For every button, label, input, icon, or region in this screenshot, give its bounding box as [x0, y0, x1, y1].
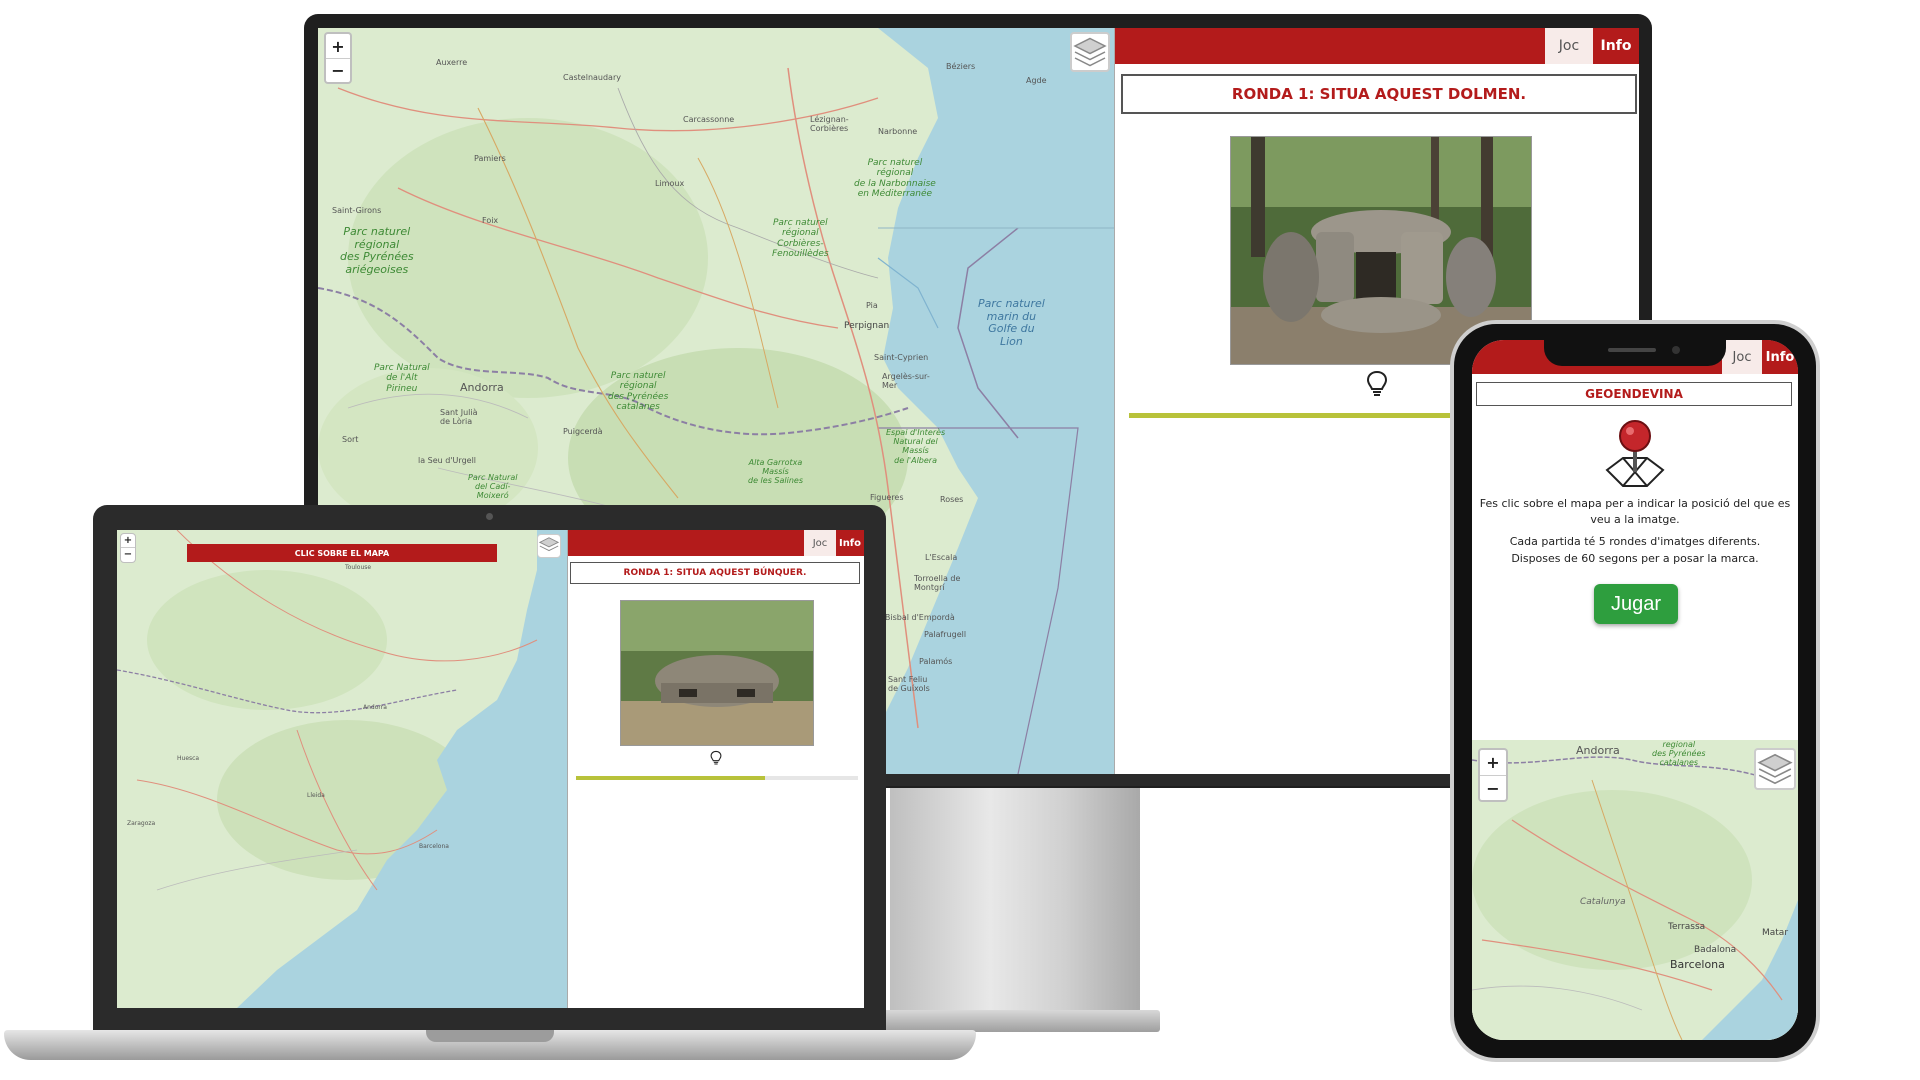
map-label-saint-girons: Saint-Girons	[332, 206, 382, 215]
phone-map-label-barcelona: Barcelona	[1670, 958, 1725, 971]
park-label-alt-pirineu: Parc Natural de l'Alt Pirineu	[374, 363, 430, 394]
laptop-map[interactable]: Toulouse Andorra Huesca Lleida Zaragoza …	[117, 530, 567, 1008]
map-label-roses: Roses	[940, 495, 964, 504]
phone-park-label: regional des Pyrénées catalanes	[1652, 740, 1706, 768]
laptop-zoom-control: + −	[120, 533, 136, 563]
park-label-pyrenees-ariegeoises: Parc naturel régional des Pyrénées ariég…	[340, 225, 414, 276]
monitor-tab-info[interactable]: Info	[1593, 28, 1639, 64]
phone-map[interactable]: Andorra regional des Pyrénées catalanes …	[1472, 740, 1798, 1040]
map-label-figueres: Figueres	[870, 493, 904, 502]
map-label-pia: Pia	[866, 301, 878, 310]
map-label-saint-cyprien: Saint-Cyprien	[874, 353, 929, 362]
laptop-layers-button[interactable]	[537, 534, 561, 558]
phone-map-label-catalunya: Catalunya	[1580, 897, 1626, 907]
map-label-foix: Foix	[482, 216, 499, 225]
laptop-timer-fill	[576, 776, 765, 780]
laptop-timer-progress	[576, 776, 858, 780]
phone-speaker	[1608, 348, 1656, 352]
laptop-map-label-andorra: Andorra	[363, 704, 387, 711]
park-label-pyrenees-catalanes: Parc naturel régional des Pyrénées catal…	[608, 371, 669, 413]
monitor-stand-base	[860, 1010, 1160, 1032]
laptop-zoom-out-button[interactable]: −	[121, 547, 135, 561]
laptop-zoom-in-button[interactable]: +	[121, 534, 135, 547]
map-label-sant-feliu: Sant Feliu de Guíxols	[888, 675, 930, 693]
map-label-andorra: Andorra	[460, 381, 504, 394]
phone-map-tiles	[1472, 740, 1798, 1040]
map-label-limoux: Limoux	[655, 179, 685, 188]
phone-description: Fes clic sobre el mapa per a indicar la …	[1479, 497, 1791, 526]
phone-tab-info[interactable]: Info	[1762, 340, 1798, 374]
map-label-auxerre: Auxerre	[436, 58, 468, 67]
laptop-map-label-zaragoza: Zaragoza	[127, 820, 156, 827]
laptop-hint-lightbulb-icon[interactable]	[710, 750, 722, 766]
park-label-alta-garrotxa: Alta Garrotxa Massís de les Salines	[748, 458, 803, 486]
map-label-palamos: Palamós	[919, 657, 953, 666]
monitor-stand	[890, 780, 1140, 1030]
monitor-round-title: RONDA 1: SITUA AQUEST DOLMEN.	[1121, 74, 1637, 114]
map-pin-logo-icon	[1605, 420, 1665, 487]
phone-map-label-badalona: Badalona	[1694, 945, 1737, 955]
map-label-pamiers: Pamiers	[474, 154, 506, 163]
monitor-zoom-control: + −	[324, 32, 352, 84]
phone-map-label-andorra: Andorra	[1576, 744, 1620, 757]
map-label-perpignan: Perpignan	[844, 321, 890, 331]
laptop-round-title: RONDA 1: SITUA AQUEST BÚNQUER.	[570, 562, 860, 584]
laptop-click-map-banner: CLIC SOBRE EL MAPA	[187, 544, 497, 562]
map-label-sant-julia: Sant Julià de Lòria	[440, 408, 478, 426]
map-label-narbonne: Narbonne	[878, 127, 918, 136]
monitor-layers-button[interactable]	[1070, 32, 1110, 72]
phone-rules-line2: Disposes de 60 segons per a posar la mar…	[1511, 552, 1759, 565]
phone-map-label-mataro: Matar	[1762, 928, 1789, 938]
laptop-map-label-lleida: Lleida	[307, 792, 325, 799]
laptop-bunker-photo	[620, 600, 814, 746]
park-label-narbonnaise: Parc naturel régional de la Narbonnaise …	[854, 158, 936, 200]
map-label-torroella: Torroella de Montgrí	[914, 574, 961, 592]
phone-layers-button[interactable]	[1754, 748, 1796, 790]
map-label-castelnaudary: Castelnaudary	[563, 73, 621, 82]
phone-title: GEOENDEVINA	[1476, 382, 1792, 406]
laptop-map-label-huesca: Huesca	[177, 755, 200, 762]
laptop-notch	[426, 1030, 554, 1042]
phone-camera	[1672, 346, 1680, 354]
map-label-palafrugell: Palafrugell	[924, 630, 967, 639]
laptop-tab-joc[interactable]: Joc	[804, 530, 836, 556]
map-label-agde: Agde	[1026, 76, 1047, 85]
phone-rules-line1: Cada partida té 5 rondes d'imatges difer…	[1509, 535, 1761, 548]
phone-zoom-out-button[interactable]: −	[1480, 775, 1506, 800]
park-label-albera: Espai d'Interès Natural del Massís de l'…	[886, 428, 946, 465]
laptop-map-label-barcelona: Barcelona	[419, 843, 449, 850]
zoom-out-button[interactable]: −	[326, 58, 350, 82]
hint-lightbulb-icon[interactable]	[1366, 370, 1388, 398]
phone-layers-icon	[1757, 753, 1793, 785]
map-label-puigcerda: Puigcerdà	[563, 427, 603, 436]
phone-map-label-terrassa: Terrassa	[1668, 922, 1706, 932]
laptop-map-tiles	[117, 530, 567, 1008]
park-label-corbieres: Parc naturel régional Corbières- Fenouil…	[772, 218, 829, 260]
play-button[interactable]: Jugar	[1594, 584, 1678, 624]
map-label-carcassonne: Carcassonne	[683, 115, 735, 124]
laptop-camera	[486, 513, 493, 520]
map-label-beziers: Béziers	[946, 62, 976, 71]
laptop-tab-info[interactable]: Info	[836, 530, 864, 556]
laptop-map-label-toulouse: Toulouse	[345, 564, 372, 571]
sea-label-golfe-du-lion: Parc naturel marin du Golfe du Lion	[978, 297, 1045, 348]
map-label-sort: Sort	[342, 435, 359, 444]
laptop-layers-icon	[538, 537, 560, 552]
map-label-lescala: L'Escala	[925, 553, 958, 562]
laptop-game-panel: Joc Info RONDA 1: SITUA AQUEST BÚNQUER.	[567, 530, 864, 1008]
phone-tab-joc[interactable]: Joc	[1722, 340, 1762, 374]
map-label-lezignan: Lézignan- Corbières	[810, 115, 849, 133]
zoom-in-button[interactable]: +	[326, 34, 350, 58]
phone-zoom-control: + −	[1478, 748, 1508, 802]
phone-screen: Joc Info GEOENDEVINA Fes clic sobre el m…	[1472, 340, 1798, 1040]
monitor-tab-joc[interactable]: Joc	[1545, 28, 1593, 64]
map-label-argeles: Argelès-sur- Mer	[882, 372, 930, 390]
park-label-cadi: Parc Natural del Cadí- Moixeró	[468, 473, 518, 501]
phone-zoom-in-button[interactable]: +	[1480, 750, 1506, 775]
map-label-seu: la Seu d'Urgell	[418, 456, 477, 465]
layers-icon	[1073, 37, 1107, 67]
